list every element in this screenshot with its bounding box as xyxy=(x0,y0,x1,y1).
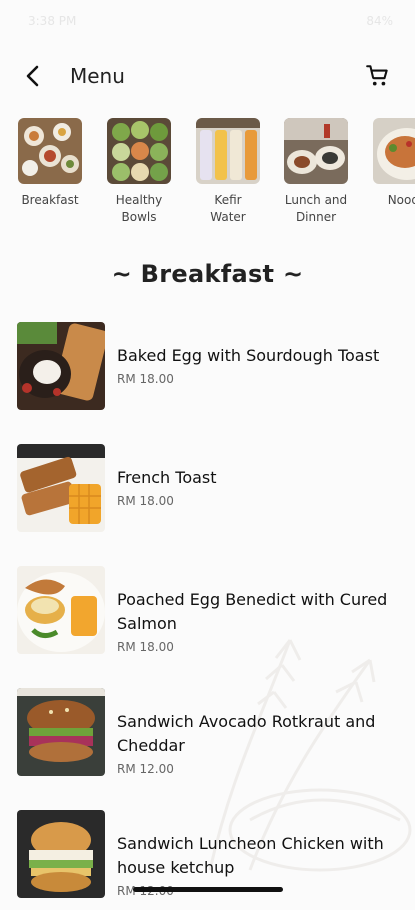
status-battery: 84% xyxy=(366,14,393,28)
category-breakfast[interactable]: Breakfast xyxy=(10,118,90,209)
menu-item[interactable]: Poached Egg Benedict with Cured Salmon R… xyxy=(0,566,415,666)
item-name: Poached Egg Benedict with Cured Salmon xyxy=(117,590,388,633)
category-healthy-bowls[interactable]: Healthy Bowls xyxy=(99,118,179,226)
item-photo xyxy=(17,566,105,654)
category-image xyxy=(196,118,260,184)
category-image xyxy=(107,118,171,184)
item-price: RM 18.00 xyxy=(117,494,174,508)
back-button[interactable] xyxy=(18,60,48,92)
menu-item[interactable]: Sandwich Luncheon Chicken with house ket… xyxy=(0,810,415,910)
category-label: Healthy Bowls xyxy=(115,193,163,224)
menu-item[interactable]: Baked Egg with Sourdough Toast RM 18.00 xyxy=(0,322,415,422)
app-header: Menu xyxy=(0,56,415,96)
category-image xyxy=(373,118,415,184)
category-image xyxy=(18,118,82,184)
section-title: ~ Breakfast ~ xyxy=(111,260,304,288)
menu-item[interactable]: French Toast RM 18.00 xyxy=(0,444,415,544)
status-bar: 3:38 PM 84% xyxy=(0,0,415,40)
menu-item[interactable]: Sandwich Avocado Rotkraut and Cheddar RM… xyxy=(0,688,415,788)
item-photo xyxy=(17,810,105,898)
category-noodles[interactable]: Noodl xyxy=(365,118,415,209)
category-label: Noodl xyxy=(387,193,415,207)
chevron-left-icon xyxy=(26,65,39,87)
status-time: 3:38 PM xyxy=(28,14,77,28)
category-lunch-and-dinner[interactable]: Lunch and Dinner xyxy=(276,118,356,226)
category-label: Lunch and Dinner xyxy=(284,193,348,224)
item-photo xyxy=(17,688,105,776)
item-name: Sandwich Luncheon Chicken with house ket… xyxy=(117,834,384,877)
item-name: Baked Egg with Sourdough Toast xyxy=(117,346,380,365)
item-price: RM 18.00 xyxy=(117,640,174,654)
category-image xyxy=(284,118,348,184)
item-price: RM 18.00 xyxy=(117,372,174,386)
category-carousel[interactable]: Breakfast Healthy Bowls Kefir Water Lunc… xyxy=(0,118,415,238)
home-indicator[interactable] xyxy=(133,887,283,892)
category-label: Kefir Water xyxy=(210,193,246,224)
item-name: French Toast xyxy=(117,468,217,487)
item-price: RM 12.00 xyxy=(117,762,174,776)
category-label: Breakfast xyxy=(21,193,79,207)
item-name: Sandwich Avocado Rotkraut and Cheddar xyxy=(117,712,376,755)
item-photo xyxy=(17,444,105,532)
item-photo xyxy=(17,322,105,410)
category-kefir-water[interactable]: Kefir Water xyxy=(188,118,268,226)
shopping-cart-icon xyxy=(366,65,388,86)
cart-button[interactable] xyxy=(365,62,391,90)
page-title: Menu xyxy=(70,64,125,88)
